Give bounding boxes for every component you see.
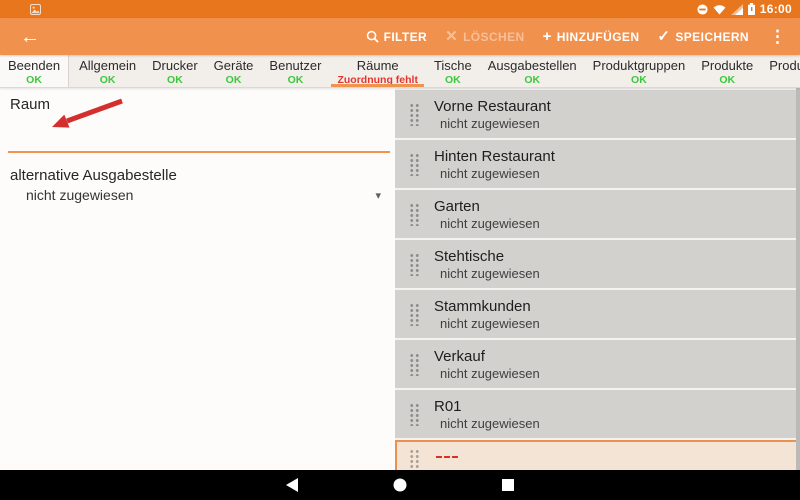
alt-output-select[interactable]: nicht zugewiesen ▾ xyxy=(26,187,381,203)
nav-home-icon[interactable] xyxy=(392,477,408,493)
app-toolbar: ← FILTER ✕ LÖSCHEN + HINZUFÜGEN ✓ SPEICH… xyxy=(0,18,800,55)
scrollbar[interactable] xyxy=(796,88,800,470)
nav-back-icon[interactable] xyxy=(284,477,300,493)
list-item-room[interactable]: Stammkundennicht zugewiesen xyxy=(395,290,800,338)
wifi-icon xyxy=(713,4,726,15)
delete-button-label: LÖSCHEN xyxy=(463,30,524,44)
cell-signal-icon xyxy=(731,4,743,15)
tab-allgemein[interactable]: Allgemein OK xyxy=(71,55,144,87)
chevron-down-icon: ▾ xyxy=(375,189,381,202)
save-button-label: SPEICHERN xyxy=(675,30,749,44)
tab-ausgabestellen[interactable]: Ausgabestellen OK xyxy=(480,55,585,87)
clock-time: 16:00 xyxy=(760,2,792,16)
alt-output-value: nicht zugewiesen xyxy=(26,187,133,203)
tab-tische[interactable]: Tische OK xyxy=(426,55,480,87)
filter-button[interactable]: FILTER xyxy=(366,30,428,44)
add-button[interactable]: + HINZUFÜGEN xyxy=(543,29,640,44)
room-list: Vorne Restaurantnicht zugewiesen Hinten … xyxy=(395,88,800,470)
back-arrow-icon[interactable]: ← xyxy=(20,27,40,47)
tab-beenden[interactable]: Beenden OK xyxy=(0,55,69,87)
nav-recents-icon[interactable] xyxy=(500,477,516,493)
tab-raeume[interactable]: Räume Zuordnung fehlt xyxy=(329,55,425,87)
filter-button-label: FILTER xyxy=(384,30,428,44)
list-item-room[interactable]: Verkaufnicht zugewiesen xyxy=(395,340,800,388)
drag-handle-icon[interactable] xyxy=(408,402,419,426)
drag-handle-icon[interactable] xyxy=(408,152,419,176)
app-screen: 16:00 ← FILTER ✕ LÖSCHEN + HINZUFÜGEN ✓ … xyxy=(0,0,800,500)
android-nav-bar xyxy=(0,470,800,500)
list-item-room[interactable]: R01nicht zugewiesen xyxy=(395,390,800,438)
tab-drucker[interactable]: Drucker OK xyxy=(144,55,206,87)
battery-icon xyxy=(748,3,755,15)
room-name-label: Raum xyxy=(10,96,395,113)
screenshot-notification-icon xyxy=(30,4,41,15)
add-button-label: HINZUFÜGEN xyxy=(557,30,640,44)
plus-icon: + xyxy=(543,29,552,44)
tab-produktoptionen[interactable]: Produktoptionen OK xyxy=(761,55,800,87)
tab-produktgruppen[interactable]: Produktgruppen OK xyxy=(585,55,694,87)
alt-output-label: alternative Ausgabestelle xyxy=(10,167,395,184)
delete-button: ✕ LÖSCHEN xyxy=(445,29,524,44)
content-area: Raum alternative Ausgabestelle nicht zug… xyxy=(0,88,800,470)
do-not-disturb-icon xyxy=(697,4,708,15)
list-item-room[interactable]: Gartennicht zugewiesen xyxy=(395,190,800,238)
check-icon: ✓ xyxy=(657,29,670,44)
list-item-room[interactable]: Vorne Restaurantnicht zugewiesen xyxy=(395,90,800,138)
android-status-bar: 16:00 xyxy=(0,0,800,18)
save-button[interactable]: ✓ SPEICHERN xyxy=(657,29,749,44)
search-icon xyxy=(366,30,379,43)
drag-handle-icon[interactable] xyxy=(408,202,419,226)
list-item-room-selected[interactable] xyxy=(395,440,800,470)
alt-output-field: alternative Ausgabestelle nicht zugewies… xyxy=(0,167,395,203)
room-edit-form: Raum alternative Ausgabestelle nicht zug… xyxy=(0,88,395,470)
drag-handle-icon[interactable] xyxy=(408,352,419,376)
room-name-input[interactable] xyxy=(8,135,390,153)
drag-handle-icon[interactable] xyxy=(408,102,419,126)
drag-handle-icon[interactable] xyxy=(408,302,419,326)
empty-room-name-indicator xyxy=(436,456,458,458)
list-item-room[interactable]: Stehtischenicht zugewiesen xyxy=(395,240,800,288)
overflow-menu-icon[interactable]: ⋮ xyxy=(767,28,788,45)
drag-handle-icon[interactable] xyxy=(408,448,419,470)
tab-geraete[interactable]: Geräte OK xyxy=(206,55,262,87)
list-item-room[interactable]: Hinten Restaurantnicht zugewiesen xyxy=(395,140,800,188)
tab-produkte[interactable]: Produkte OK xyxy=(693,55,761,87)
tab-benutzer[interactable]: Benutzer OK xyxy=(261,55,329,87)
close-icon: ✕ xyxy=(445,29,458,44)
settings-tab-bar: Beenden OK Allgemein OK Drucker OK Gerät… xyxy=(0,55,800,88)
drag-handle-icon[interactable] xyxy=(408,252,419,276)
